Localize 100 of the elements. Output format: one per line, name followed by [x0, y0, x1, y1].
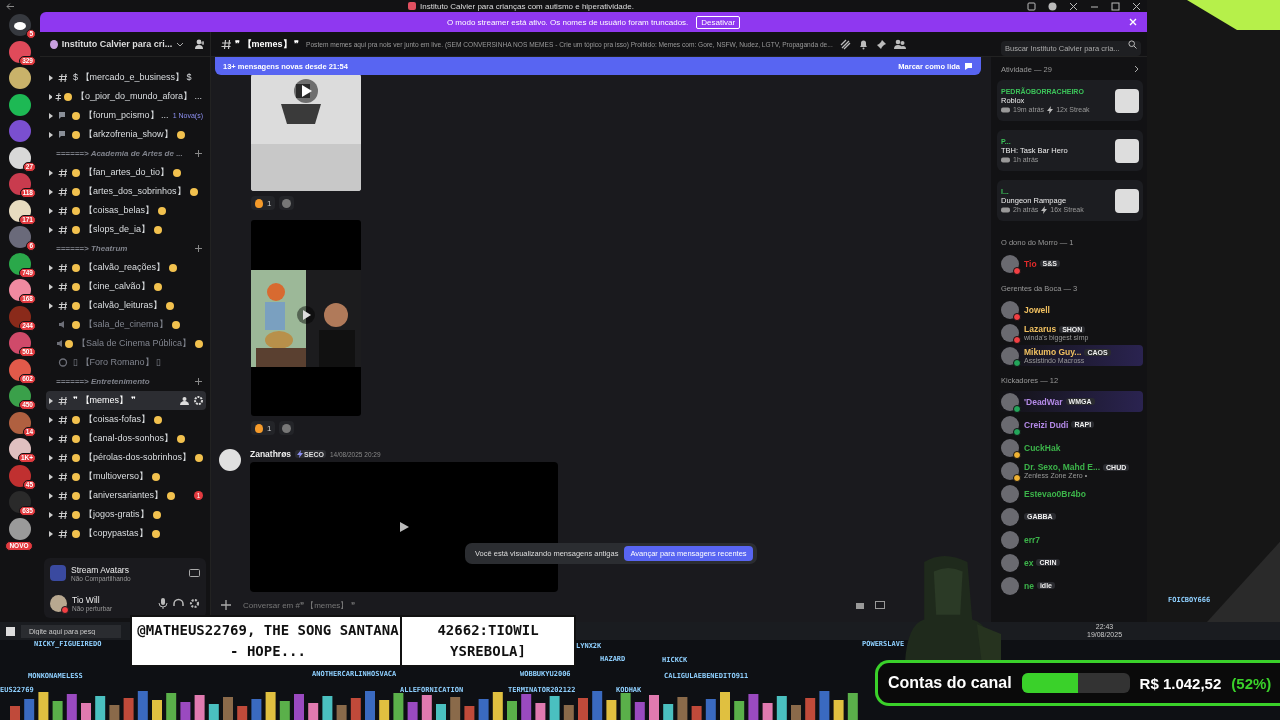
message-input[interactable]: Conversar em #❞ 【memes】 ❞ [241, 599, 845, 611]
add-member-icon[interactable] [195, 39, 204, 49]
expand-icon[interactable] [49, 530, 55, 537]
discord-logo-icon[interactable] [9, 14, 31, 36]
lightning-icon [297, 450, 304, 458]
channel-item[interactable]: 【calvão_leituras】 [46, 296, 206, 315]
server-name: Instituto Calvier para cri... [61, 39, 173, 49]
maximize-icon[interactable] [1111, 1, 1120, 11]
channel-item[interactable]: 【cine_calvão】 [46, 277, 206, 296]
expand-icon[interactable] [49, 435, 55, 442]
expand-icon[interactable] [49, 511, 55, 518]
pin-icon[interactable] [875, 38, 887, 50]
server-icon[interactable] [9, 67, 31, 89]
expand-icon[interactable] [49, 416, 55, 423]
channel-item[interactable]: 【copypastas】 [46, 524, 206, 543]
server-icon[interactable] [9, 173, 31, 195]
settings-icon[interactable] [194, 396, 203, 405]
channel-item[interactable]: 【o_pior_do_mundo_afora】 ... [46, 87, 206, 106]
member-item[interactable]: CuckHak [997, 437, 1143, 458]
server-icon[interactable] [9, 40, 31, 63]
close-icon[interactable] [1132, 1, 1141, 11]
expand-icon[interactable] [49, 188, 55, 195]
category-title[interactable]: ======> Theatrum [56, 244, 195, 253]
add-icon[interactable] [221, 600, 231, 610]
server-icon[interactable] [9, 332, 31, 354]
member-item[interactable]: err7 [997, 529, 1143, 550]
expand-icon[interactable] [49, 283, 55, 290]
channel-item[interactable]: 【multioverso】 [46, 467, 206, 486]
server-icon[interactable] [9, 199, 31, 222]
screen-share-icon[interactable] [189, 568, 200, 578]
server-icon[interactable] [9, 93, 31, 116]
expand-icon[interactable] [49, 74, 55, 81]
add-icon[interactable] [195, 245, 202, 252]
disable-button[interactable]: Desativar [696, 15, 741, 29]
channel-item[interactable]: 【pérolas-dos-sobrinhos】 [46, 448, 206, 467]
microphone-icon[interactable] [158, 597, 168, 609]
threads-icon[interactable] [839, 38, 851, 50]
server-icon[interactable] [9, 146, 31, 169]
channel-item[interactable]: 【coisas-fofas】 [46, 410, 206, 429]
channel-item[interactable]: 【jogos-gratis】 [46, 505, 206, 524]
expand-icon[interactable] [49, 169, 55, 176]
help-icon[interactable] [1048, 1, 1057, 11]
expand-icon[interactable] [49, 93, 53, 100]
server-icon[interactable] [9, 517, 31, 540]
windows-logo-icon[interactable] [6, 626, 15, 636]
play-icon[interactable] [398, 521, 410, 533]
expand-icon[interactable] [49, 397, 55, 404]
channel-item[interactable]: ▯ 【Foro Romano】 ▯ [46, 353, 206, 372]
channel-item[interactable]: 【arkzofrenia_show】 [46, 125, 206, 144]
channel-item[interactable]: $ 【mercado_e_business】 $ [46, 68, 206, 87]
channel-item[interactable]: 【fan_artes_do_tio】 [46, 163, 206, 182]
server-icon[interactable] [9, 358, 31, 381]
channel-item[interactable]: 【coisas_belas】 [46, 201, 206, 220]
server-icon[interactable] [9, 491, 31, 513]
avatar[interactable] [50, 594, 67, 612]
headphones-icon[interactable] [173, 597, 184, 609]
inbox-icon[interactable] [1027, 1, 1036, 11]
channel-item[interactable]: 【slops_de_ia】 [46, 220, 206, 239]
member-item[interactable]: Jowell [997, 299, 1143, 320]
server-icon[interactable] [9, 279, 31, 301]
server-icon[interactable] [9, 464, 31, 487]
add-reaction-icon[interactable] [279, 196, 295, 210]
settings-icon[interactable] [189, 597, 200, 609]
channel-item[interactable]: 【Sala de Cinema Pública】 [46, 334, 206, 353]
member-item[interactable]: Estevao0Br4bo [997, 483, 1143, 504]
video-player[interactable] [251, 220, 361, 416]
server-icon[interactable] [9, 305, 31, 328]
invite-icon[interactable] [180, 396, 189, 405]
avatar[interactable] [219, 449, 241, 471]
server-icon[interactable] [9, 252, 31, 275]
bell-icon[interactable] [857, 38, 869, 50]
category-title[interactable]: ======> Entretenimento [56, 377, 195, 386]
add-icon[interactable] [195, 150, 202, 157]
server-header[interactable]: Instituto Calvier para cri... [40, 32, 210, 57]
server-icon[interactable] [9, 411, 31, 434]
expand-icon[interactable] [49, 207, 55, 214]
members-icon[interactable] [893, 38, 906, 50]
expand-icon[interactable] [49, 264, 55, 271]
expand-icon[interactable] [49, 492, 55, 499]
channel-item[interactable]: ❞ 【memes】 ❞ [46, 391, 206, 410]
expand-icon[interactable] [49, 112, 55, 119]
expand-icon[interactable] [49, 131, 55, 138]
channel-item[interactable]: 【calvão_reações】 [46, 258, 206, 277]
author-name[interactable]: Zanathrøs [250, 449, 292, 459]
chevron-icon[interactable] [1134, 65, 1139, 73]
channel-item[interactable]: 【canal-dos-sonhos】 [46, 429, 206, 448]
add-reaction-icon[interactable] [279, 421, 295, 435]
category-title[interactable]: ======> Academia de Artes de ... [56, 149, 195, 158]
server-icon[interactable] [9, 385, 31, 407]
server-icon[interactable] [9, 438, 31, 460]
reaction[interactable]: 1 [251, 196, 276, 210]
expand-icon[interactable] [49, 226, 55, 233]
reaction[interactable]: 1 [251, 421, 276, 435]
add-icon[interactable] [195, 378, 202, 385]
expand-icon[interactable] [49, 454, 55, 461]
back-arrow-icon[interactable] [6, 2, 15, 10]
expand-icon[interactable] [49, 302, 55, 309]
channel-item[interactable]: 【artes_dos_sobrinhos】 [46, 182, 206, 201]
expand-icon[interactable] [49, 473, 55, 480]
channel-item[interactable]: 【sala_de_cinema】 [46, 315, 206, 334]
